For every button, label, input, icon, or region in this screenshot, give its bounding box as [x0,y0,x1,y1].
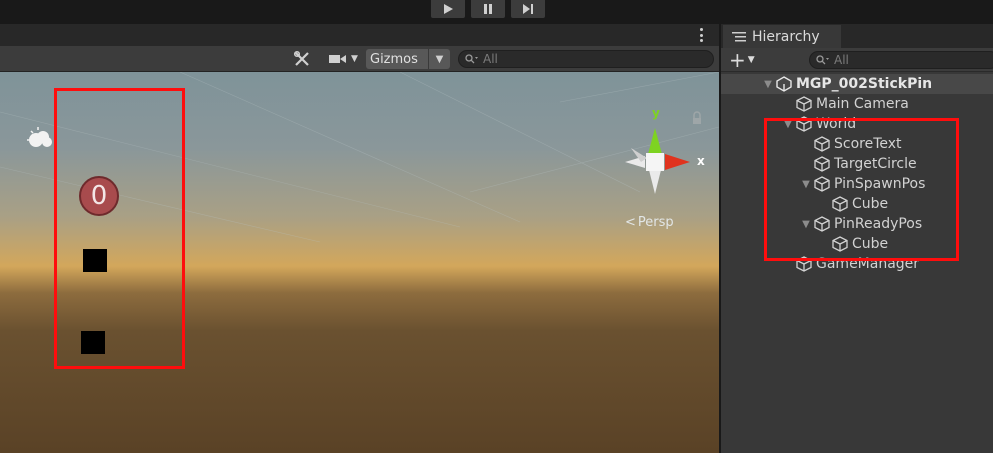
step-icon [523,4,533,14]
hierarchy-search-placeholder: All [834,53,849,67]
scene-search-placeholder: All [483,52,498,66]
hierarchy-toolbar: + ▼ All [721,48,993,72]
persp-label: Persp [637,215,674,230]
pause-icon [484,4,492,14]
search-icon [465,54,478,64]
scene-tab-bar [0,24,719,46]
chevron-down-icon: ▼ [351,54,358,64]
scene-root-row[interactable]: ▼ MGP_002StickPin [721,74,993,94]
gizmos-label: Gizmos [370,51,418,67]
tools-icon[interactable] [291,50,313,68]
perspective-toggle[interactable]: < Persp [625,215,674,230]
pause-button[interactable] [471,0,505,18]
hierarchy-tab-bar: Hierarchy [721,24,993,48]
search-icon [816,55,829,65]
scene-search-input[interactable]: All [458,50,714,68]
lock-icon[interactable] [693,118,701,124]
hierarchy-item-label: Main Camera [816,96,909,112]
gizmos-button[interactable]: Gizmos ▼ [366,49,450,69]
play-button[interactable] [431,0,465,18]
gizmo-center-cube[interactable] [646,153,664,171]
tab-hierarchy[interactable]: Hierarchy [723,25,841,48]
highlight-box-hierarchy [764,118,959,261]
directional-light-icon[interactable] [25,126,57,150]
hierarchy-search-input[interactable]: All [809,51,993,69]
more-options-icon[interactable] [695,28,707,42]
play-icon [444,4,453,14]
persp-arrow-icon: < [625,215,636,230]
plus-icon: + [729,48,746,72]
hierarchy-item-main-camera[interactable]: Main Camera [795,94,909,114]
gizmos-dropdown-arrow[interactable]: ▼ [428,49,450,69]
scene-toolbar: ▼ Gizmos ▼ All [0,46,719,72]
play-controls-bar [0,0,993,24]
gameobject-icon [796,96,812,112]
list-icon [732,31,746,41]
expand-arrow-icon[interactable]: ▼ [761,79,775,90]
camera-icon [329,55,347,63]
hierarchy-tab-label: Hierarchy [752,28,820,45]
axis-x-label: x [697,154,705,168]
gizmo-x-arrow[interactable] [665,154,690,170]
scene-name: MGP_002StickPin [796,76,933,92]
gizmo-neg-y-arrow[interactable] [649,170,661,194]
create-button[interactable]: + ▼ [729,50,755,70]
highlight-box-scene [54,88,185,369]
step-button[interactable] [511,0,545,18]
chevron-down-icon: ▼ [747,55,755,65]
unity-scene-icon [776,76,792,92]
camera-dropdown[interactable]: ▼ [323,50,363,68]
axis-y-label: y [652,106,660,120]
